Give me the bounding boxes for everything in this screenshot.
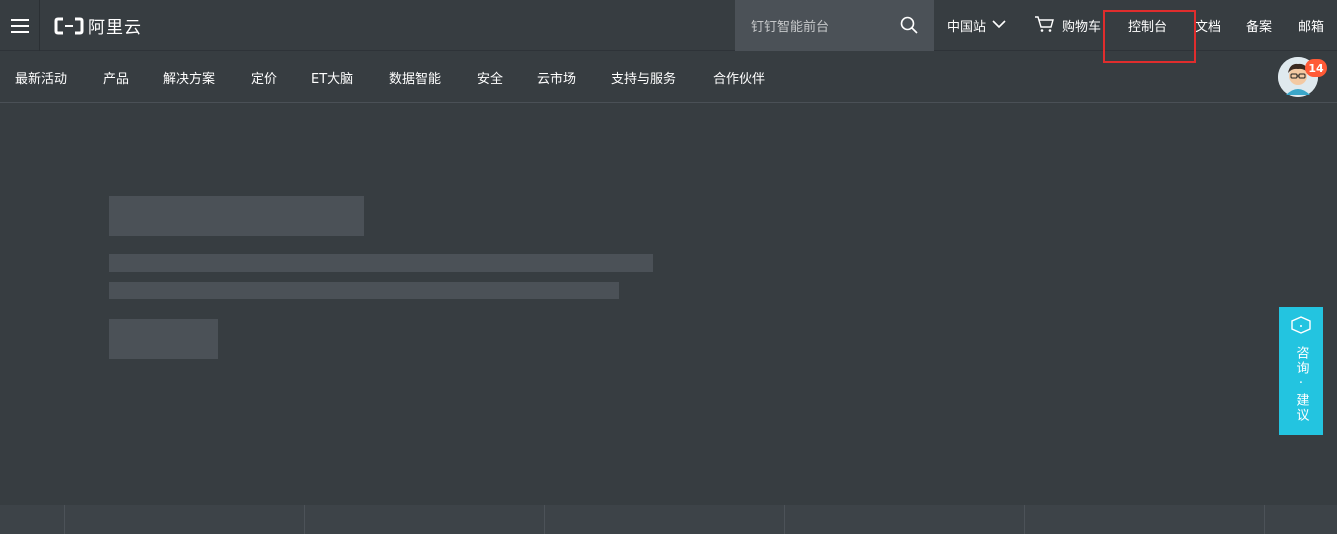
column-divider <box>304 505 305 534</box>
consult-suggest-tab[interactable]: 咨询·建议 <box>1279 307 1323 435</box>
nav-item-partners[interactable]: 合作伙伴 <box>713 52 765 102</box>
nav-item-et-brain[interactable]: ET大脑 <box>311 52 353 102</box>
chat-icon <box>1290 316 1312 338</box>
nav-item-solutions[interactable]: 解决方案 <box>163 52 215 102</box>
consult-label: 咨询·建议 <box>1293 346 1309 423</box>
nav-item-security[interactable]: 安全 <box>477 52 503 102</box>
skeleton-title <box>109 196 364 236</box>
skeleton-button <box>109 319 218 359</box>
skeleton-line <box>109 282 619 299</box>
column-divider <box>544 505 545 534</box>
avatar-icon <box>1278 57 1318 101</box>
cart-label: 购物车 <box>1062 20 1102 35</box>
search-box[interactable]: 钉钉智能前台 <box>735 0 934 51</box>
notification-badge[interactable]: 14 <box>1305 59 1327 77</box>
skeleton-line <box>109 254 653 272</box>
chevron-down-icon <box>992 18 1006 33</box>
cart-icon <box>1034 15 1055 37</box>
main-nav: 最新活动 产品 解决方案 定价 ET大脑 数据智能 安全 云市场 支持与服务 合… <box>0 52 1337 103</box>
menu-icon <box>10 18 29 33</box>
beian-link[interactable]: 备案 <box>1246 0 1272 51</box>
menu-button[interactable] <box>0 0 40 51</box>
nav-item-marketplace[interactable]: 云市场 <box>537 52 576 102</box>
bottom-strip <box>0 505 1337 534</box>
docs-link[interactable]: 文档 <box>1195 0 1221 51</box>
brand-logo[interactable]: 阿里云 <box>54 0 142 51</box>
console-link[interactable]: 控制台 <box>1128 0 1167 51</box>
search-input[interactable]: 钉钉智能前台 <box>751 16 829 35</box>
mail-link[interactable]: 邮箱 <box>1298 0 1324 51</box>
region-selector[interactable]: 中国站 <box>947 0 1006 51</box>
nav-item-data-intelligence[interactable]: 数据智能 <box>389 52 441 102</box>
column-divider <box>1264 505 1265 534</box>
cart-link[interactable]: 购物车 <box>1034 0 1101 51</box>
column-divider <box>64 505 65 534</box>
nav-item-support[interactable]: 支持与服务 <box>611 52 676 102</box>
column-divider <box>1024 505 1025 534</box>
nav-item-products[interactable]: 产品 <box>103 52 129 102</box>
top-bar: 阿里云 钉钉智能前台 中国站 购物车 控制台 文档 备案 邮箱 <box>0 0 1337 51</box>
nav-item-latest-activities[interactable]: 最新活动 <box>15 52 67 102</box>
nav-item-pricing[interactable]: 定价 <box>251 52 277 102</box>
search-icon[interactable] <box>900 16 918 38</box>
column-divider <box>784 505 785 534</box>
aliyun-logo-icon <box>54 17 84 35</box>
region-label: 中国站 <box>947 20 987 35</box>
brand-name: 阿里云 <box>88 18 142 38</box>
